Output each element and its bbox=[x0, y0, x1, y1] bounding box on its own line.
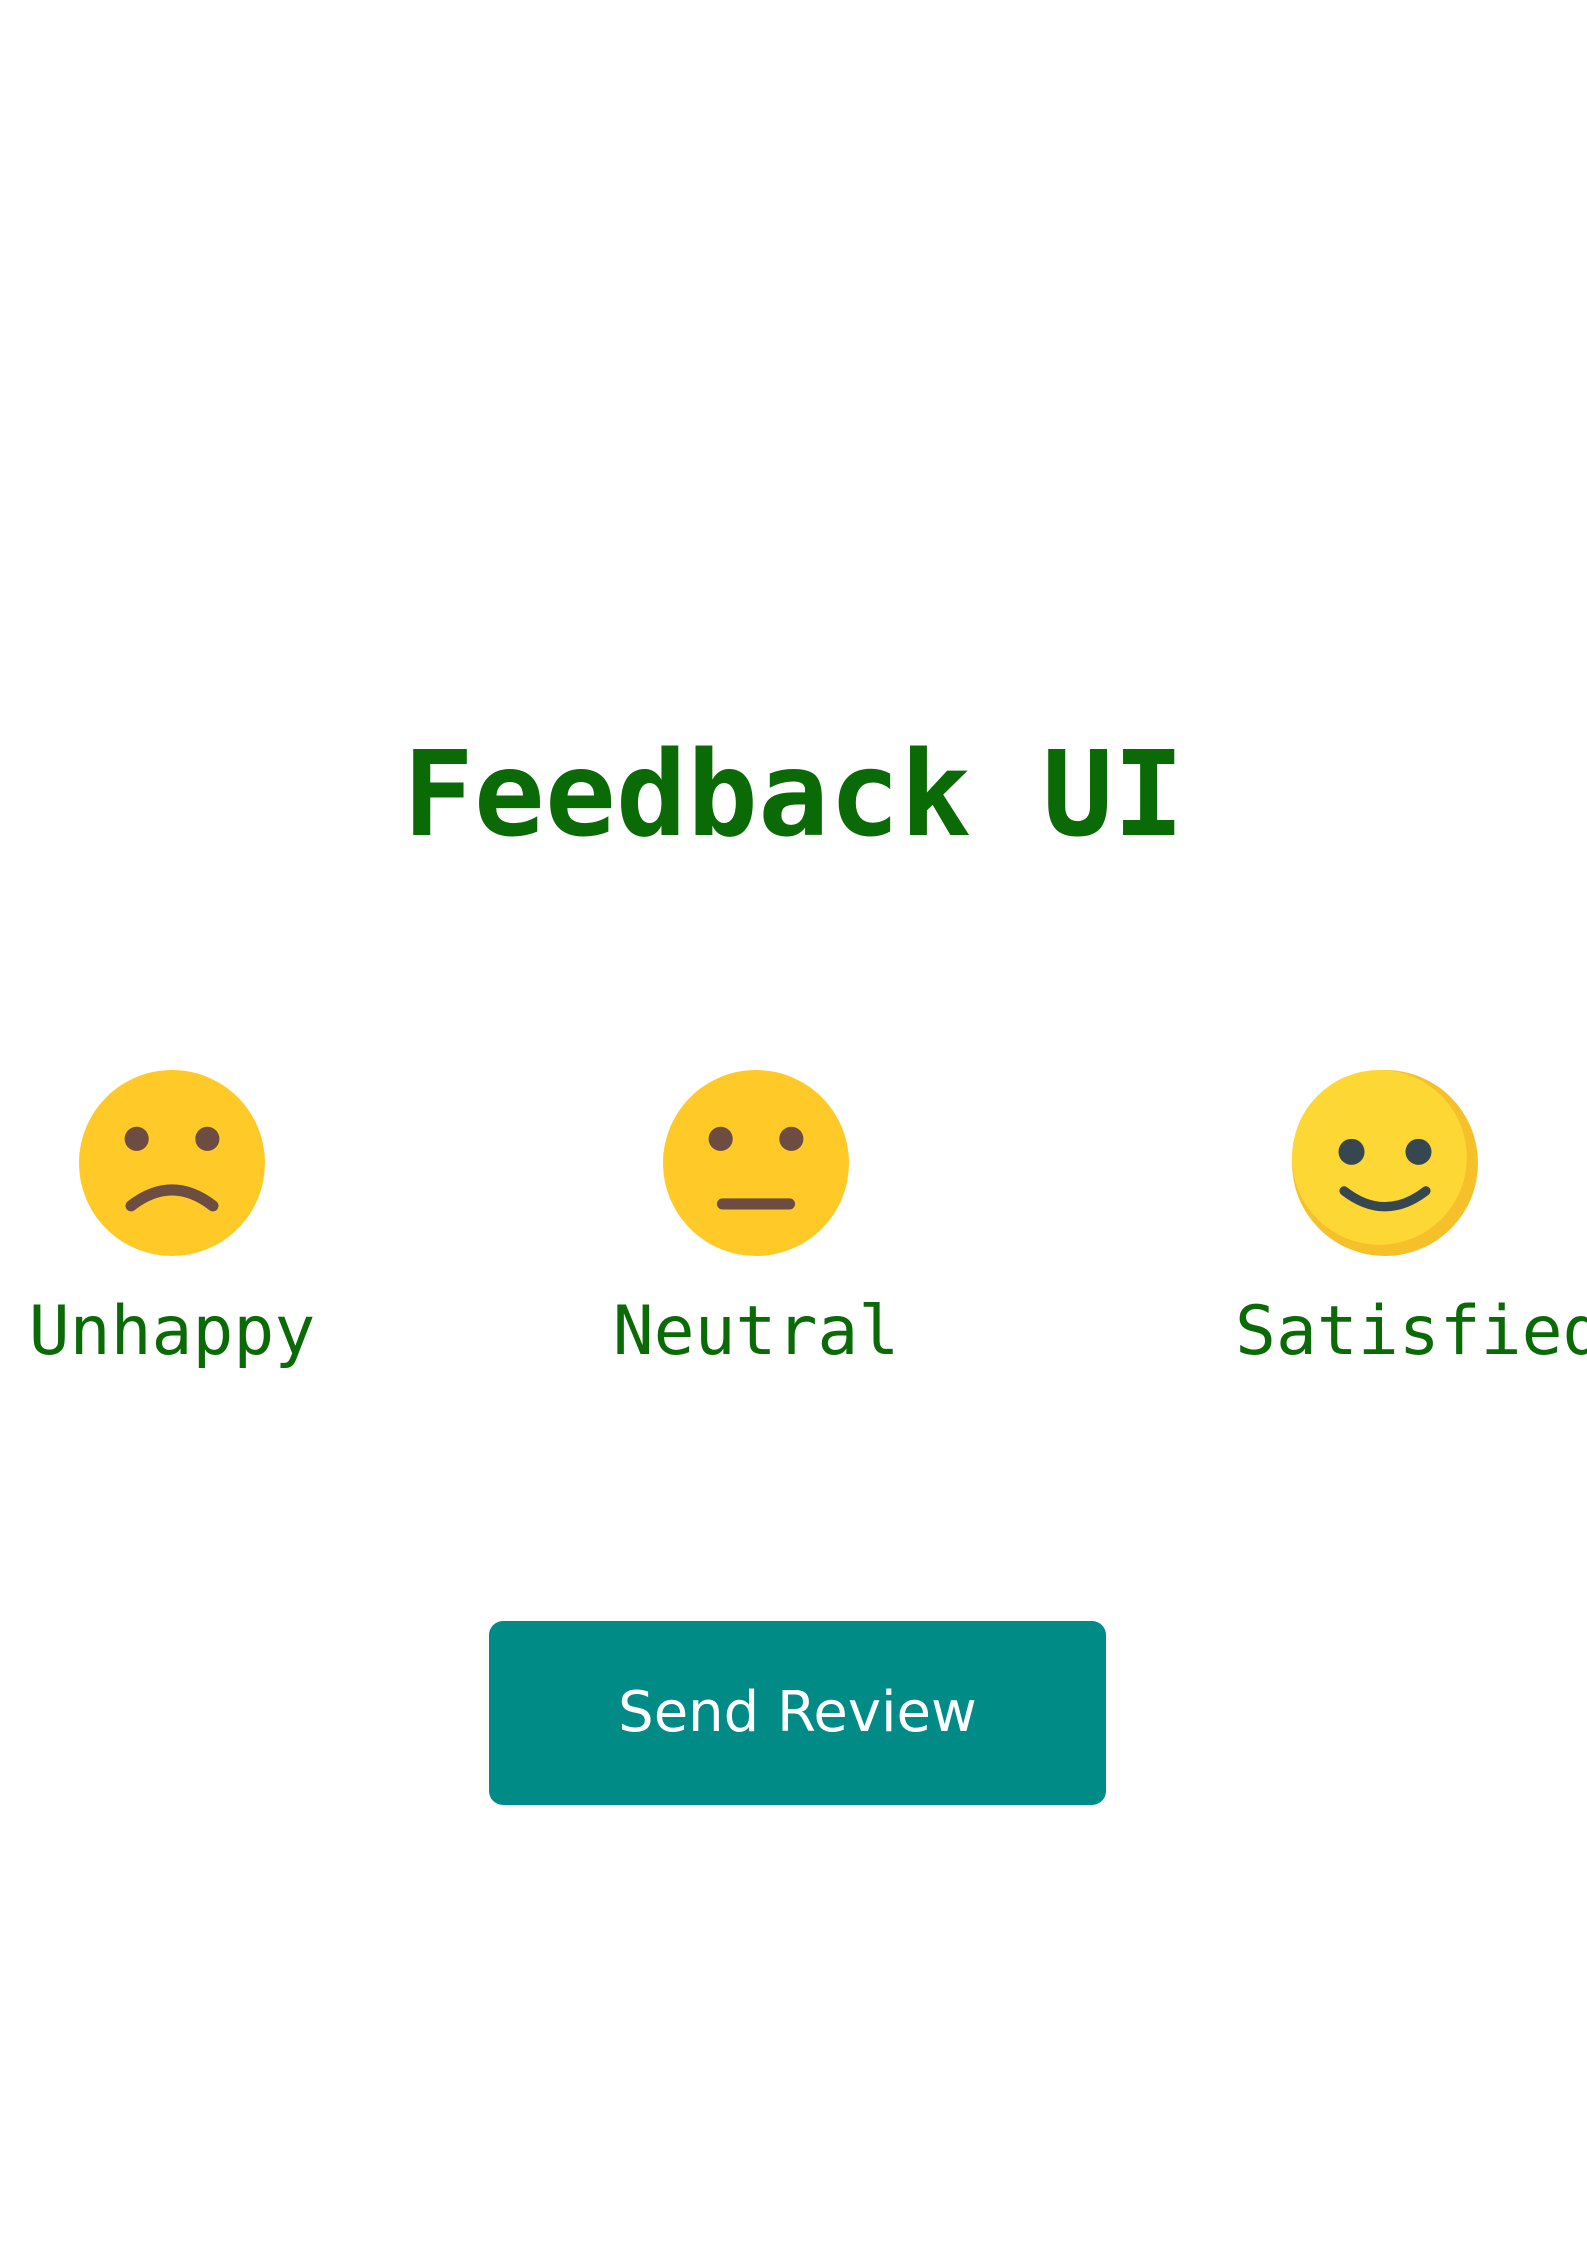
send-review-button[interactable]: Send Review bbox=[489, 1621, 1106, 1805]
smiling-face-icon bbox=[1292, 1070, 1478, 1256]
rating-label: Satisfied bbox=[1235, 1292, 1587, 1371]
rating-option-satisfied[interactable]: Satisfied bbox=[1235, 1070, 1587, 1390]
rating-option-unhappy[interactable]: Unhappy bbox=[22, 1070, 322, 1390]
sad-face-icon bbox=[79, 1070, 265, 1256]
neutral-face-icon bbox=[663, 1070, 849, 1256]
rating-label: Unhappy bbox=[28, 1292, 316, 1371]
rating-option-neutral[interactable]: Neutral bbox=[606, 1070, 906, 1390]
rating-label: Neutral bbox=[612, 1292, 900, 1371]
page-title: Feedback UI bbox=[402, 725, 1185, 863]
